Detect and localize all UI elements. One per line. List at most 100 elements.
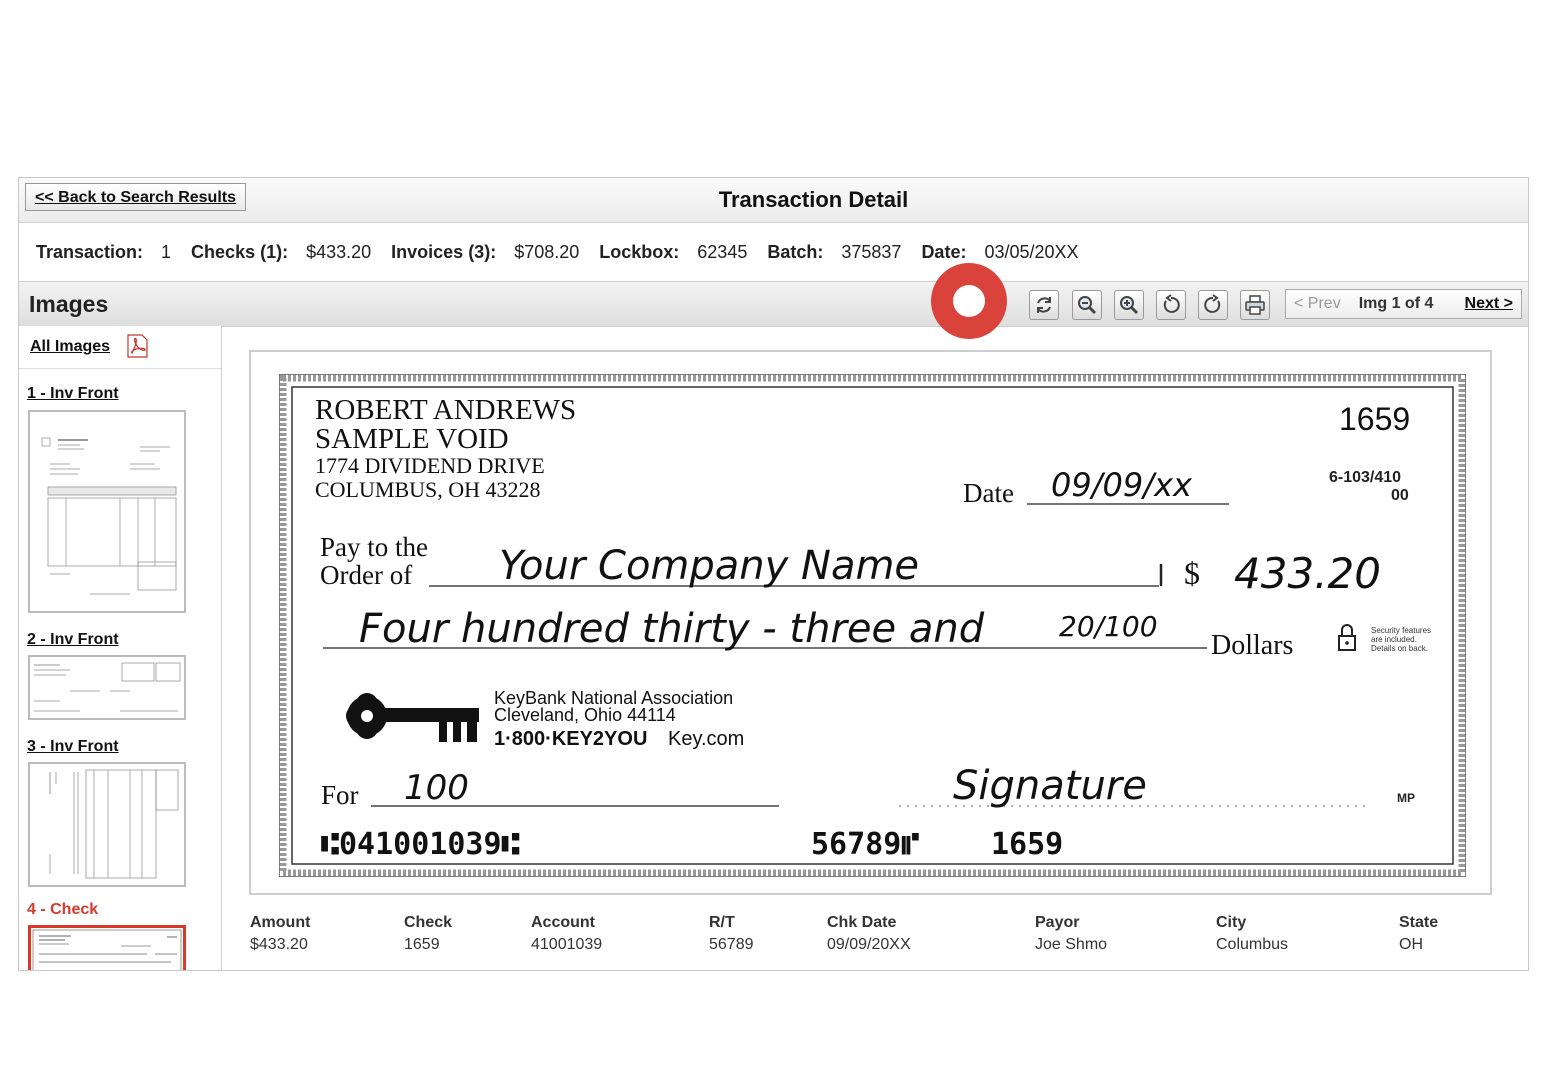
lockbox-label: Lockbox: xyxy=(599,241,680,262)
detail-value: Joe Shmo xyxy=(1035,936,1108,953)
detail-value: 1659 xyxy=(404,936,440,953)
check-address-line1: 1774 DIVIDEND DRIVE xyxy=(315,453,545,478)
invoice-thumbnail-image-3 xyxy=(49,769,179,879)
thumbnail-label-3[interactable]: 3 - Inv Front xyxy=(27,738,119,756)
all-images-link[interactable]: All Images xyxy=(30,338,110,356)
check-bank-city: Cleveland, Ohio 44114 xyxy=(494,705,676,725)
check-address-line2: COLUMBUS, OH 43228 xyxy=(315,477,541,502)
image-viewer: ROBERT ANDREWS SAMPLE VOID 1774 DIVIDEND… xyxy=(249,350,1492,895)
check-date-value: 09/09/xx xyxy=(1051,466,1193,504)
transaction-summary: Transaction: 1 Checks (1): $433.20 Invoi… xyxy=(19,223,1528,281)
check-fractional-routing: 6-103/410 xyxy=(1329,469,1401,486)
detail-value: OH xyxy=(1399,936,1423,953)
check-void-label: SAMPLE VOID xyxy=(315,423,509,455)
image-count: Img 1 of 4 xyxy=(1358,295,1434,312)
image-thumbnail-sidebar: All Images 1 - Inv Front 2 - Inv Front 3… xyxy=(19,326,222,970)
check-micr-number: 1659 xyxy=(991,827,1063,862)
detail-value: Columbus xyxy=(1216,936,1289,953)
check-signature: Signature xyxy=(953,763,1147,809)
invoice-thumbnail-1[interactable] xyxy=(28,410,186,613)
zoom-in-icon xyxy=(1120,296,1139,315)
invoice-thumbnail-3[interactable] xyxy=(28,762,186,887)
refresh-icon xyxy=(1037,297,1051,313)
check-micr-account: 56789⑈ xyxy=(811,827,919,862)
detail-header: Check xyxy=(404,914,453,931)
check-dollars-label: Dollars xyxy=(1211,630,1293,661)
invoice-thumbnail-2[interactable] xyxy=(28,655,186,720)
images-toolbar: Images < Prev Img 1 of 4 Next > xyxy=(19,281,1528,327)
zoom-in-button[interactable] xyxy=(1114,290,1144,320)
thumbnail-label-2[interactable]: 2 - Inv Front xyxy=(27,631,119,649)
check-account-name: ROBERT ANDREWS xyxy=(315,394,576,426)
invoice-thumbnail-image-1 xyxy=(41,437,177,595)
check-bank-phone: 1·800·KEY2YOU xyxy=(494,728,647,750)
check-date-label: Date xyxy=(963,478,1014,508)
check-cents: 20/100 xyxy=(1059,610,1158,643)
rotate-left-icon xyxy=(1163,294,1180,313)
check-thumbnail-image xyxy=(32,929,182,970)
detail-header: R/T xyxy=(709,914,735,931)
thumbnail-label-1[interactable]: 1 - Inv Front xyxy=(27,385,119,403)
detail-check-date: Chk Date 09/09/20XX xyxy=(827,914,911,954)
detail-header: Account xyxy=(531,914,595,931)
image-pager: < Prev Img 1 of 4 Next > xyxy=(1285,289,1522,319)
check-dollar-sign: $ xyxy=(1184,555,1200,591)
checks-label: Checks (1): xyxy=(191,241,289,262)
rotate-left-button[interactable] xyxy=(1156,290,1186,320)
print-button[interactable] xyxy=(1240,290,1270,320)
refresh-button[interactable] xyxy=(1029,290,1059,320)
click-highlight-marker xyxy=(931,263,1007,339)
detail-account: Account 41001039 xyxy=(531,914,602,954)
title-bar: << Back to Search Results Transaction De… xyxy=(19,178,1528,223)
detail-header: City xyxy=(1216,914,1247,931)
next-image-link[interactable]: Next > xyxy=(1465,295,1513,313)
detail-header: Chk Date xyxy=(827,914,897,931)
lockbox-value: 62345 xyxy=(697,241,748,262)
check-for-label: For xyxy=(321,780,359,810)
detail-state: State OH xyxy=(1399,914,1438,954)
sidebar-divider xyxy=(19,368,221,369)
prev-image-link[interactable]: < Prev xyxy=(1294,295,1341,313)
pdf-icon[interactable] xyxy=(124,333,150,359)
page-title: Transaction Detail xyxy=(718,187,909,212)
batch-value: 375837 xyxy=(841,241,902,262)
check-mp-mark: MP xyxy=(1397,791,1415,805)
transaction-label: Transaction: xyxy=(36,241,144,262)
check-number: 1659 xyxy=(1339,401,1410,437)
detail-amount: Amount $433.20 xyxy=(250,914,310,954)
checks-value: $433.20 xyxy=(306,241,372,262)
check-thumbnail[interactable] xyxy=(28,925,186,970)
detail-header: Payor xyxy=(1035,914,1080,931)
check-order-of-label: Order of xyxy=(320,560,412,590)
check-memo: 100 xyxy=(404,768,469,808)
detail-value: 41001039 xyxy=(531,936,603,953)
detail-value: 09/09/20XX xyxy=(827,936,911,953)
batch-label: Batch: xyxy=(767,241,824,262)
invoices-label: Invoices (3): xyxy=(391,241,497,262)
detail-value: 56789 xyxy=(709,936,754,953)
zoom-out-icon xyxy=(1078,296,1097,315)
print-icon xyxy=(1245,295,1265,315)
thumbnail-label-4[interactable]: 4 - Check xyxy=(27,901,98,919)
images-heading: Images xyxy=(29,291,109,317)
rotate-right-button[interactable] xyxy=(1198,290,1228,320)
check-amount: 433.20 xyxy=(1234,549,1381,598)
check-fractional-routing-2: 00 xyxy=(1391,487,1409,504)
check-payee: Your Company Name xyxy=(499,543,919,589)
check-image: ROBERT ANDREWS SAMPLE VOID 1774 DIVIDEND… xyxy=(279,374,1466,877)
detail-header: Amount xyxy=(250,914,311,931)
invoice-thumbnail-image-2 xyxy=(34,662,181,712)
rotate-right-icon xyxy=(1204,294,1221,313)
check-pay-to-label: Pay to the xyxy=(320,532,428,562)
detail-value: $433.20 xyxy=(250,936,308,953)
transaction-detail-panel: << Back to Search Results Transaction De… xyxy=(18,177,1529,971)
date-label: Date: xyxy=(921,241,967,262)
detail-payor: Payor Joe Shmo xyxy=(1035,914,1107,954)
detail-city: City Columbus xyxy=(1216,914,1288,954)
zoom-out-button[interactable] xyxy=(1072,290,1102,320)
transaction-value: 1 xyxy=(161,241,172,262)
check-micr-routing: ⑆041001039⑆ xyxy=(321,827,520,862)
detail-check: Check 1659 xyxy=(404,914,452,954)
date-value: 03/05/20XX xyxy=(984,241,1079,262)
check-details-table: Amount $433.20 Check 1659 Account 410010… xyxy=(250,914,1520,964)
